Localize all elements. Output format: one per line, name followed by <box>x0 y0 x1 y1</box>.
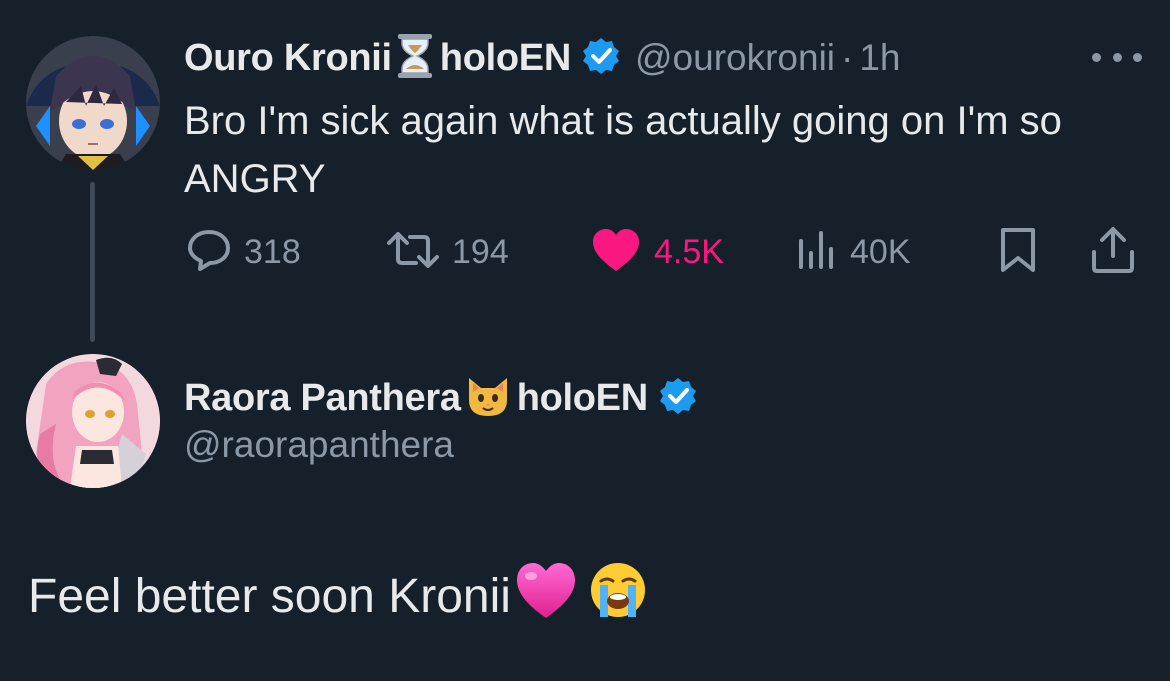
reply-button[interactable]: 318 <box>186 226 301 278</box>
bookmark-button[interactable] <box>998 226 1038 278</box>
hourglass-emoji-icon <box>396 33 434 84</box>
repost-icon <box>386 227 440 278</box>
verified-badge-icon <box>658 376 698 421</box>
bar-chart-icon <box>796 227 838 278</box>
like-button[interactable]: 4.5K <box>590 226 724 278</box>
tweet-text: Bro I'm sick again what is actually goin… <box>184 99 1062 201</box>
repost-button[interactable]: 194 <box>386 226 509 278</box>
heart-icon <box>590 227 642 278</box>
repost-count: 194 <box>452 232 509 271</box>
tweet-header: Ouro Kronii holoEN @ourokronii · 1h <box>184 30 901 86</box>
reply-text: Feel better soon Kronii <box>28 560 647 632</box>
reply-author-name-suffix[interactable]: holoEN <box>517 377 648 420</box>
author-handle[interactable]: @ourokronii <box>635 37 835 79</box>
more-dots-icon[interactable] <box>1092 47 1142 67</box>
tweet-thread-page: Ouro Kronii holoEN @ourokronii · 1h Bro … <box>0 0 1170 681</box>
cat-face-emoji-icon <box>465 374 511 423</box>
bookmark-icon <box>998 226 1038 279</box>
reply-header: Raora Panthera holoEN <box>184 370 698 426</box>
author-name-suffix[interactable]: holoEN <box>440 37 571 80</box>
like-count: 4.5K <box>654 232 724 271</box>
thread-connector-line <box>90 182 95 342</box>
separator-dot: · <box>841 37 854 78</box>
tweet-action-bar: 318 194 4.5K 40K <box>186 226 1146 278</box>
share-button[interactable] <box>1090 226 1136 278</box>
verified-badge-icon <box>581 36 621 81</box>
reply-author-name[interactable]: Raora Panthera <box>184 377 461 420</box>
reply-author-avatar[interactable] <box>26 354 160 488</box>
author-avatar[interactable] <box>26 36 160 170</box>
speech-bubble-icon <box>186 227 232 278</box>
views-count: 40K <box>850 232 911 271</box>
reply-text-body: Feel better soon Kronii <box>28 569 511 623</box>
views-button[interactable]: 40K <box>796 226 911 278</box>
author-name[interactable]: Ouro Kronii <box>184 37 392 80</box>
loudly-crying-face-emoji-icon <box>589 561 647 631</box>
reply-author-handle[interactable]: @raorapanthera <box>184 424 454 466</box>
share-icon <box>1090 226 1136 279</box>
pink-heart-emoji-icon <box>513 560 579 632</box>
reply-count: 318 <box>244 232 301 271</box>
tweet-timestamp[interactable]: 1h <box>859 37 900 79</box>
